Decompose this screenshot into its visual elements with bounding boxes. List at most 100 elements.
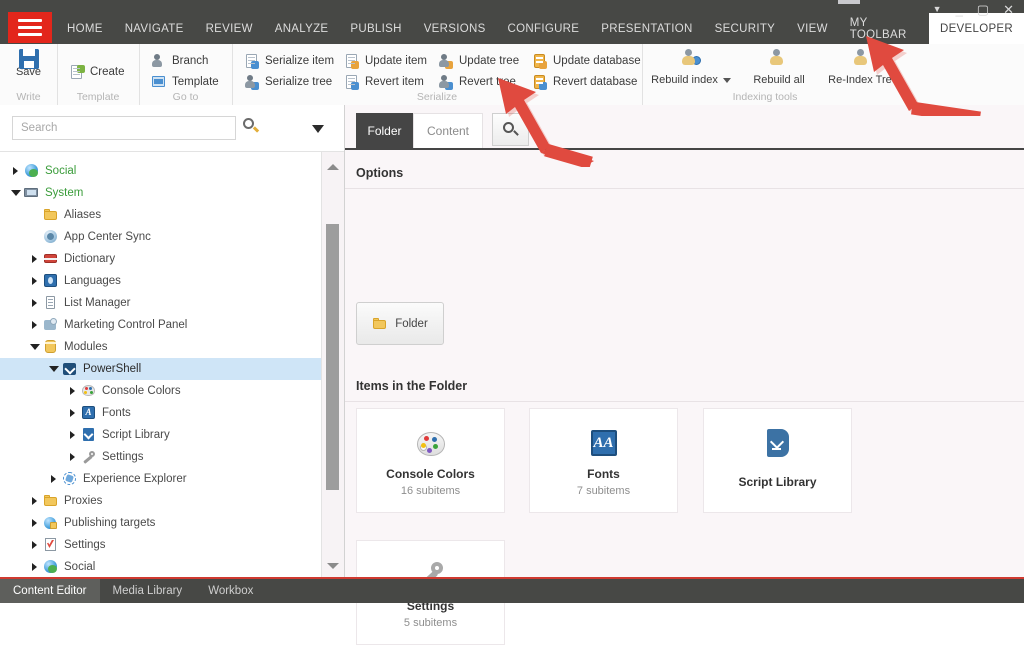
set2-icon	[43, 537, 59, 553]
menu-item-versions[interactable]: VERSIONS	[413, 13, 497, 44]
tree-item-console-colors[interactable]: Console Colors	[0, 380, 322, 402]
search-input[interactable]	[12, 116, 236, 140]
tree-item-languages[interactable]: Languages	[0, 270, 322, 292]
collapse-triangle-icon[interactable]	[29, 341, 41, 353]
expand-triangle-icon[interactable]	[67, 407, 79, 419]
revert-tree-button[interactable]: Revert tree	[438, 74, 516, 90]
tree-item-script-library[interactable]: Script Library	[0, 424, 322, 446]
search-icon[interactable]	[243, 118, 258, 136]
scroll-down-arrow-icon[interactable]	[327, 563, 339, 569]
taskbar-button-workbox[interactable]: Workbox	[195, 579, 266, 603]
expand-triangle-icon[interactable]	[29, 297, 41, 309]
tree-item-label: PowerShell	[83, 363, 141, 375]
menu-item-configure[interactable]: CONFIGURE	[497, 13, 591, 44]
menu-item-security[interactable]: SECURITY	[704, 13, 787, 44]
tree-item-proxies[interactable]: Proxies	[0, 490, 322, 512]
expand-triangle-icon[interactable]	[29, 319, 41, 331]
tree-item-social[interactable]: Social	[0, 160, 322, 182]
menu-item-view[interactable]: VIEW	[786, 13, 839, 44]
reindex-tree-label: Re-Index Tree	[828, 74, 898, 86]
serialize-item-button[interactable]: Serialize item	[244, 53, 334, 69]
expand-triangle-icon[interactable]	[29, 539, 41, 551]
tab-folder[interactable]: Folder	[356, 113, 413, 148]
search-options-chevron-down-icon[interactable]	[312, 125, 324, 133]
collapse-triangle-icon[interactable]	[48, 363, 60, 375]
minimize-icon[interactable]: _	[956, 3, 963, 16]
tree-item-fonts[interactable]: Fonts	[0, 402, 322, 424]
item-card-script-library[interactable]: Script Library	[703, 408, 852, 513]
update-item-button[interactable]: Update item	[344, 53, 427, 69]
hamburger-line	[18, 33, 42, 36]
expand-triangle-icon[interactable]	[67, 385, 79, 397]
tree-item-modules[interactable]: Modules	[0, 336, 322, 358]
update-database-button[interactable]: Update database	[532, 53, 641, 69]
menu-item-presentation[interactable]: PRESENTATION	[590, 13, 703, 44]
tree-item-aliases[interactable]: Aliases	[0, 204, 322, 226]
maximize-icon[interactable]: ▢	[977, 3, 989, 16]
rebuild-index-button[interactable]: Rebuild index	[642, 48, 740, 86]
tree-item-label: Console Colors	[102, 385, 181, 397]
branch-button-label: Branch	[172, 55, 208, 67]
tree-item-system[interactable]: System	[0, 182, 322, 204]
ribbon-group-goto-label: Go to	[139, 91, 232, 103]
close-icon[interactable]: ✕	[1003, 3, 1014, 16]
menu-item-review[interactable]: REVIEW	[195, 13, 264, 44]
tab-search-button[interactable]	[492, 113, 529, 146]
create-button[interactable]: Create	[69, 64, 125, 80]
expand-triangle-icon[interactable]	[29, 495, 41, 507]
item-card-console-colors[interactable]: Console Colors16 subitems	[356, 408, 505, 513]
main-menu-hamburger-button[interactable]	[8, 12, 52, 43]
tree-item-label: Social	[45, 165, 76, 177]
save-button[interactable]: Save	[0, 48, 57, 78]
rebuild-index-icon	[679, 48, 703, 72]
tree-item-powershell[interactable]: PowerShell	[0, 358, 322, 380]
tree-item-label: Publishing targets	[64, 517, 155, 529]
menu-item-navigate[interactable]: NAVIGATE	[114, 13, 195, 44]
ribbon-group-template-label: Template	[57, 91, 139, 103]
branch-button[interactable]: Branch	[151, 53, 208, 69]
serialize-tree-button[interactable]: Serialize tree	[244, 74, 332, 90]
revert-database-button[interactable]: Revert database	[532, 74, 637, 90]
tab-content[interactable]: Content	[413, 113, 483, 148]
tree-item-settings[interactable]: Settings	[0, 446, 322, 468]
dropdown-caret-icon[interactable]: ▼	[933, 5, 942, 14]
expand-triangle-icon[interactable]	[29, 561, 41, 573]
taskbar-button-media-library[interactable]: Media Library	[100, 579, 196, 603]
update-tree-button[interactable]: Update tree	[438, 53, 519, 69]
expand-triangle-icon[interactable]	[48, 473, 60, 485]
collapse-triangle-icon[interactable]	[10, 187, 22, 199]
scroll-up-arrow-icon[interactable]	[327, 164, 339, 170]
template-button[interactable]: Template	[151, 74, 219, 90]
menu-item-my-toolbar[interactable]: MY TOOLBAR	[839, 13, 929, 44]
rebuild-all-button[interactable]: Rebuild all	[740, 48, 818, 86]
menu-item-developer[interactable]: DEVELOPER	[929, 13, 1024, 44]
expand-triangle-icon[interactable]	[29, 253, 41, 265]
menu-item-analyze[interactable]: ANALYZE	[264, 13, 340, 44]
expand-triangle-icon[interactable]	[29, 517, 41, 529]
reindex-tree-button[interactable]: Re-Index Tree	[818, 48, 908, 86]
expand-triangle-icon[interactable]	[67, 429, 79, 441]
tree-item-publishing-targets[interactable]: Publishing targets	[0, 512, 322, 534]
scrollbar-thumb[interactable]	[326, 224, 339, 490]
folder-option-button[interactable]: Folder	[356, 302, 444, 345]
revert-item-button[interactable]: Revert item	[344, 74, 424, 90]
mcp-icon	[43, 317, 59, 333]
tree-item-list-manager[interactable]: List Manager	[0, 292, 322, 314]
menu-item-publish[interactable]: PUBLISH	[339, 13, 412, 44]
tree-item-settings[interactable]: Settings	[0, 534, 322, 556]
tree-item-social[interactable]: Social	[0, 556, 322, 578]
tree-vertical-scrollbar[interactable]	[321, 152, 344, 579]
tree-item-app-center-sync[interactable]: App Center Sync	[0, 226, 322, 248]
menu-item-home[interactable]: HOME	[56, 13, 114, 44]
expand-triangle-icon[interactable]	[29, 275, 41, 287]
tree-item-dictionary[interactable]: Dictionary	[0, 248, 322, 270]
tree-item-experience-explorer[interactable]: Experience Explorer	[0, 468, 322, 490]
rebuild-index-chevron-down-icon[interactable]	[723, 78, 731, 83]
tree-item-marketing-control-panel[interactable]: Marketing Control Panel	[0, 314, 322, 336]
taskbar-button-content-editor[interactable]: Content Editor	[0, 579, 100, 603]
content-tree: Social SystemAliasesApp Center SyncDictio…	[0, 152, 322, 579]
expand-triangle-icon[interactable]	[67, 451, 79, 463]
ribbon-group-write: Save Write	[0, 44, 58, 105]
expand-triangle-icon[interactable]	[10, 165, 22, 177]
item-card-fonts[interactable]: Fonts7 subitems	[529, 408, 678, 513]
